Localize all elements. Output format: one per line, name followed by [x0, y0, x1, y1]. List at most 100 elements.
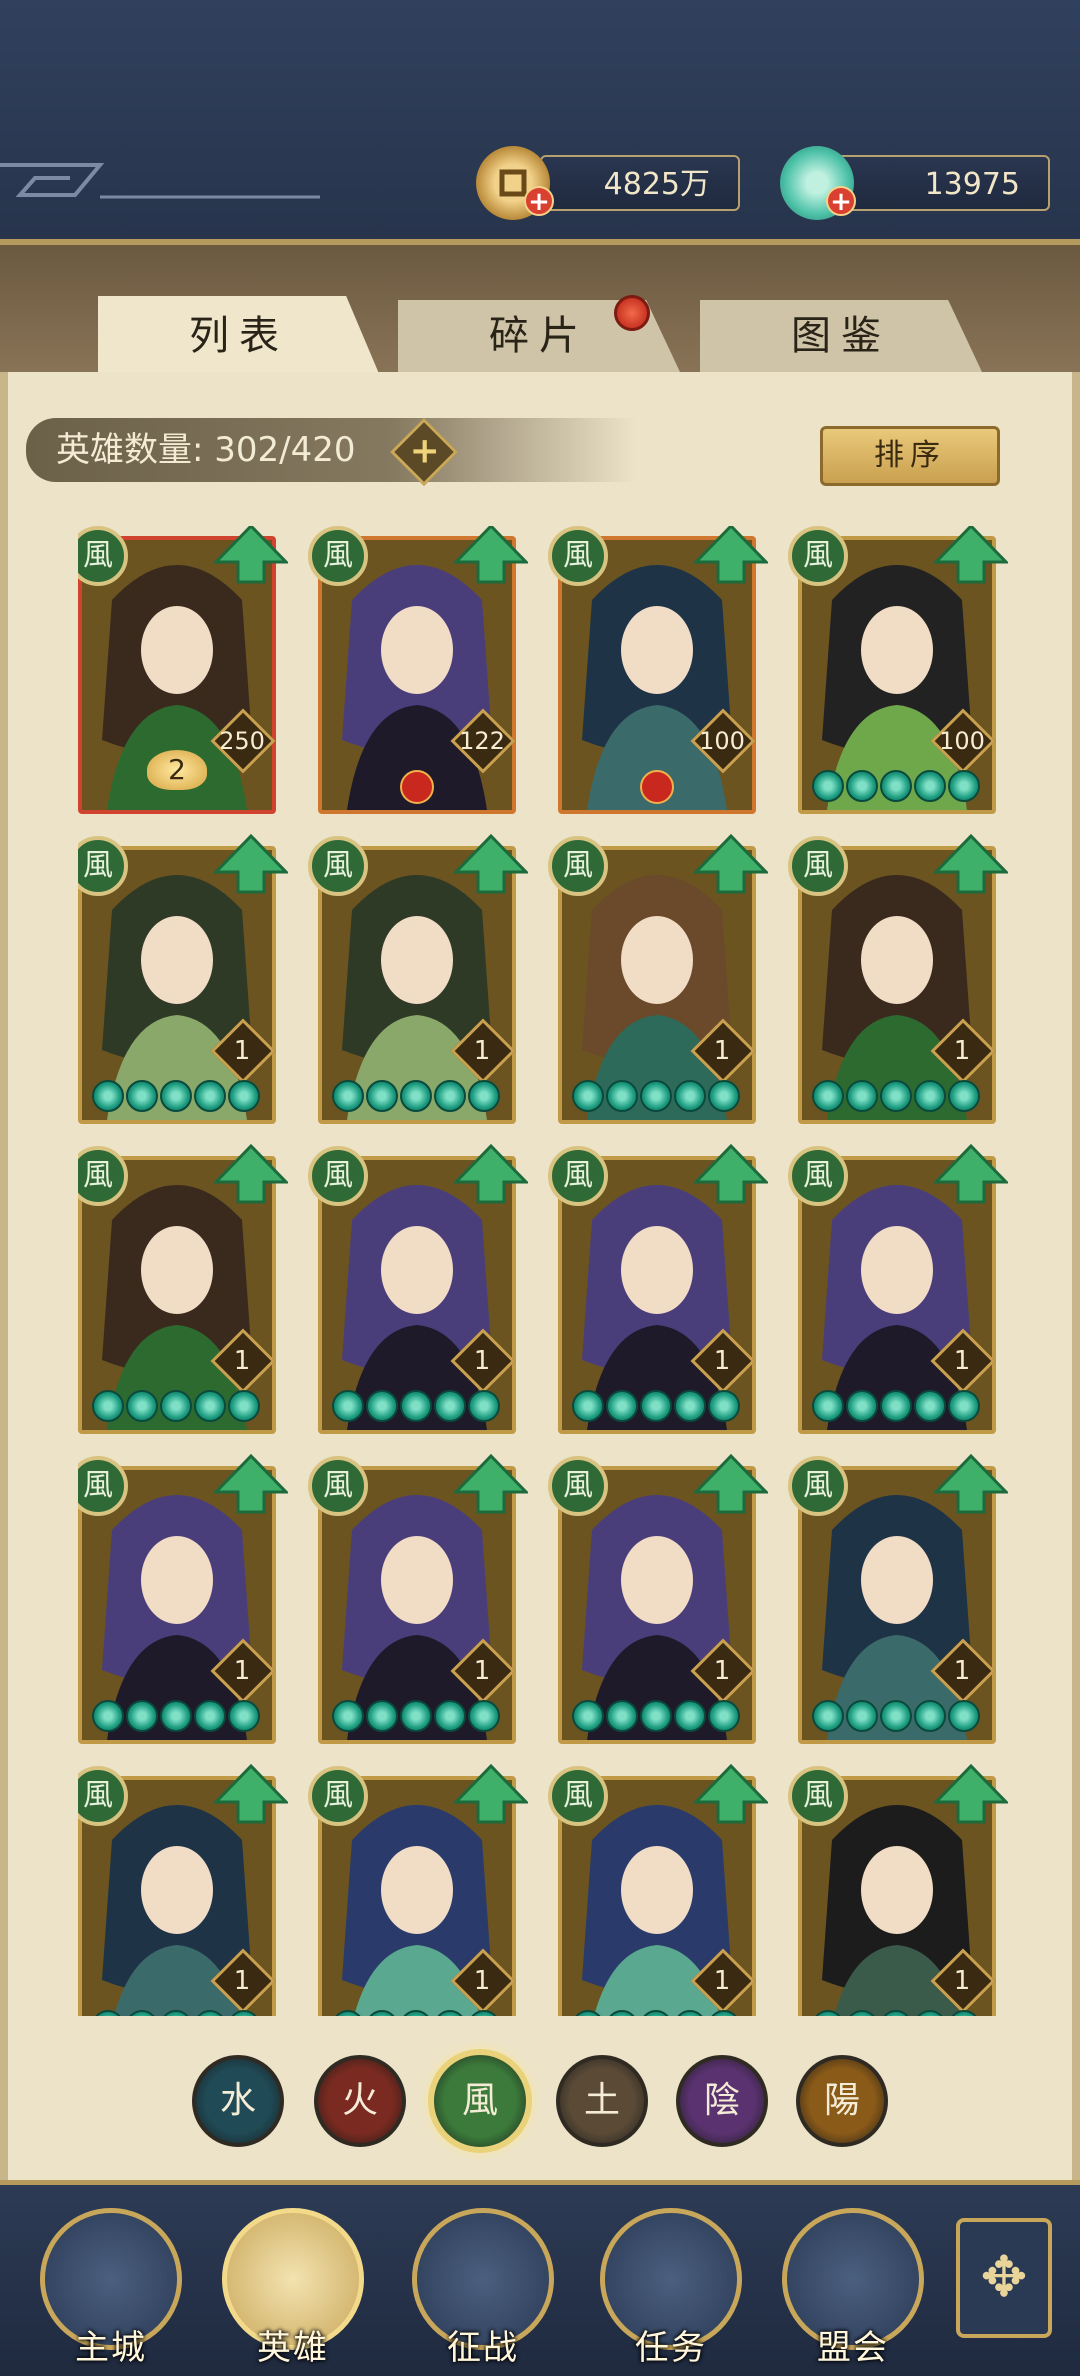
hero-card[interactable]: 風 100 — [548, 526, 768, 814]
jade-star-icon — [846, 770, 878, 802]
upgrade-arrow-icon — [934, 1144, 1008, 1204]
upgrade-arrow-icon — [454, 1454, 528, 1514]
wind-element-badge: 風 — [788, 1146, 848, 1206]
hero-card[interactable]: 風1 — [308, 1454, 528, 1744]
hero-card[interactable]: 風1 — [78, 834, 288, 1124]
hero-level: 1 — [233, 1656, 251, 1686]
wind-element-badge: 風 — [548, 1766, 608, 1826]
jade-star-icon — [948, 1080, 980, 1112]
filter-earth-icon[interactable]: 土 — [556, 2055, 648, 2147]
hero-level: 1 — [473, 1966, 491, 1996]
jade-star-icon — [228, 1390, 260, 1422]
jade-star-icon — [366, 2010, 398, 2016]
jade-star-icon — [92, 1390, 124, 1422]
jade-star-icon — [880, 1390, 912, 1422]
hero-card[interactable]: 風1 — [308, 1144, 528, 1434]
jade-star-icon — [948, 2010, 980, 2016]
upgrade-arrow-icon — [694, 1764, 768, 1824]
hero-card[interactable]: 風1 — [78, 1144, 288, 1434]
star-rating — [812, 1390, 980, 1426]
nav-hero-portrait[interactable]: 英雄 — [218, 2208, 368, 2368]
jade-star-icon — [228, 2010, 260, 2016]
wind-element-badge: 風 — [308, 836, 368, 896]
hero-card[interactable]: 風1 — [548, 834, 768, 1124]
hero-level: 1 — [473, 1036, 491, 1066]
add-coins-button[interactable]: + — [524, 186, 554, 216]
hero-level: 1 — [953, 1036, 971, 1066]
hero-level: 122 — [459, 727, 505, 755]
star-rating — [572, 1080, 740, 1116]
jade-star-icon — [434, 1700, 466, 1732]
hero-card[interactable]: 風1 — [548, 1454, 768, 1744]
nav-battle-helmet[interactable]: 征战 — [408, 2208, 558, 2368]
filter-fire-icon[interactable]: 火 — [314, 2055, 406, 2147]
add-jade-button[interactable]: + — [826, 186, 856, 216]
sort-button[interactable]: 排序 — [820, 426, 1000, 486]
nav-label: 征战 — [447, 2328, 519, 2368]
jade-star-icon — [468, 1080, 500, 1112]
lattice-menu-icon[interactable]: ✥ — [956, 2218, 1052, 2338]
hero-card[interactable]: 風 250 2 — [78, 526, 288, 814]
jade-star-icon — [92, 1080, 124, 1112]
jade-star-icon — [708, 2010, 740, 2016]
star-rating — [812, 770, 980, 806]
filter-yin-icon[interactable]: 陰 — [676, 2055, 768, 2147]
upgrade-arrow-icon — [934, 1764, 1008, 1824]
hero-card[interactable]: 風1 — [548, 1764, 768, 2016]
hero-card[interactable]: 風1 — [788, 1454, 1008, 1744]
hero-card[interactable]: 風1 — [78, 1764, 288, 2016]
wind-element-badge: 風 — [548, 1146, 608, 1206]
hero-card[interactable]: 風1 — [308, 834, 528, 1124]
nav-alliance-pavilion[interactable]: 盟会 — [778, 2208, 928, 2368]
filter-wind-icon[interactable]: 風 — [428, 2049, 532, 2153]
wind-element-badge: 風 — [308, 526, 368, 586]
hero-card[interactable]: 風 100 — [788, 526, 1008, 814]
hero-level: 1 — [953, 1346, 971, 1376]
hero-card[interactable]: 風1 — [788, 834, 1008, 1124]
star-rating — [332, 1700, 500, 1736]
jade-star-icon — [160, 1390, 192, 1422]
filter-yang-icon[interactable]: 陽 — [796, 2055, 888, 2147]
upgrade-arrow-icon — [454, 1764, 528, 1824]
hero-card[interactable]: 風1 — [78, 1454, 288, 1744]
awaken-count: 2 — [147, 750, 207, 790]
hero-card[interactable]: 風1 — [308, 1764, 528, 2016]
upgrade-arrow-icon — [694, 1454, 768, 1514]
jade-star-icon — [914, 1390, 946, 1422]
hero-card[interactable]: 風 122 — [308, 526, 528, 814]
wind-element-badge: 風 — [788, 1456, 848, 1516]
tab-codex[interactable]: 图鉴 — [700, 300, 982, 372]
wind-element-badge: 風 — [548, 836, 608, 896]
star-rating — [572, 1700, 740, 1736]
hero-card[interactable]: 風1 — [548, 1144, 768, 1434]
hero-level: 250 — [219, 727, 265, 755]
upgrade-arrow-icon — [934, 1454, 1008, 1514]
jade-star-icon — [228, 1700, 260, 1732]
flame-icon — [400, 770, 434, 804]
tab-list[interactable]: 列表 — [98, 296, 380, 376]
jade-star-icon — [846, 1700, 878, 1732]
jade-star-icon — [160, 2010, 192, 2016]
hero-level: 100 — [939, 727, 985, 755]
jade-star-icon — [606, 1080, 638, 1112]
filter-water-icon[interactable]: 水 — [192, 2055, 284, 2147]
jade-star-icon — [228, 1080, 260, 1112]
jade-star-icon — [332, 2010, 364, 2016]
star-rating — [332, 1080, 500, 1116]
hero-card[interactable]: 風1 — [788, 1144, 1008, 1434]
jade-star-icon — [812, 770, 844, 802]
jade-star-icon — [708, 1390, 740, 1422]
upgrade-arrow-icon — [214, 1144, 288, 1204]
hero-card[interactable]: 風1 — [788, 1764, 1008, 2016]
hero-level: 1 — [713, 1966, 731, 1996]
jade-star-icon — [812, 1390, 844, 1422]
jade-star-icon — [640, 2010, 672, 2016]
jade-star-icon — [606, 1390, 638, 1422]
nav-scroll-task[interactable]: 任务 — [596, 2208, 746, 2368]
jade-star-icon — [194, 1080, 226, 1112]
wind-element-badge: 風 — [548, 1456, 608, 1516]
jade-star-icon — [846, 2010, 878, 2016]
nav-city-gate[interactable]: 主城 — [36, 2208, 186, 2368]
jade-star-icon — [366, 1080, 398, 1112]
jade-star-icon — [880, 1700, 912, 1732]
